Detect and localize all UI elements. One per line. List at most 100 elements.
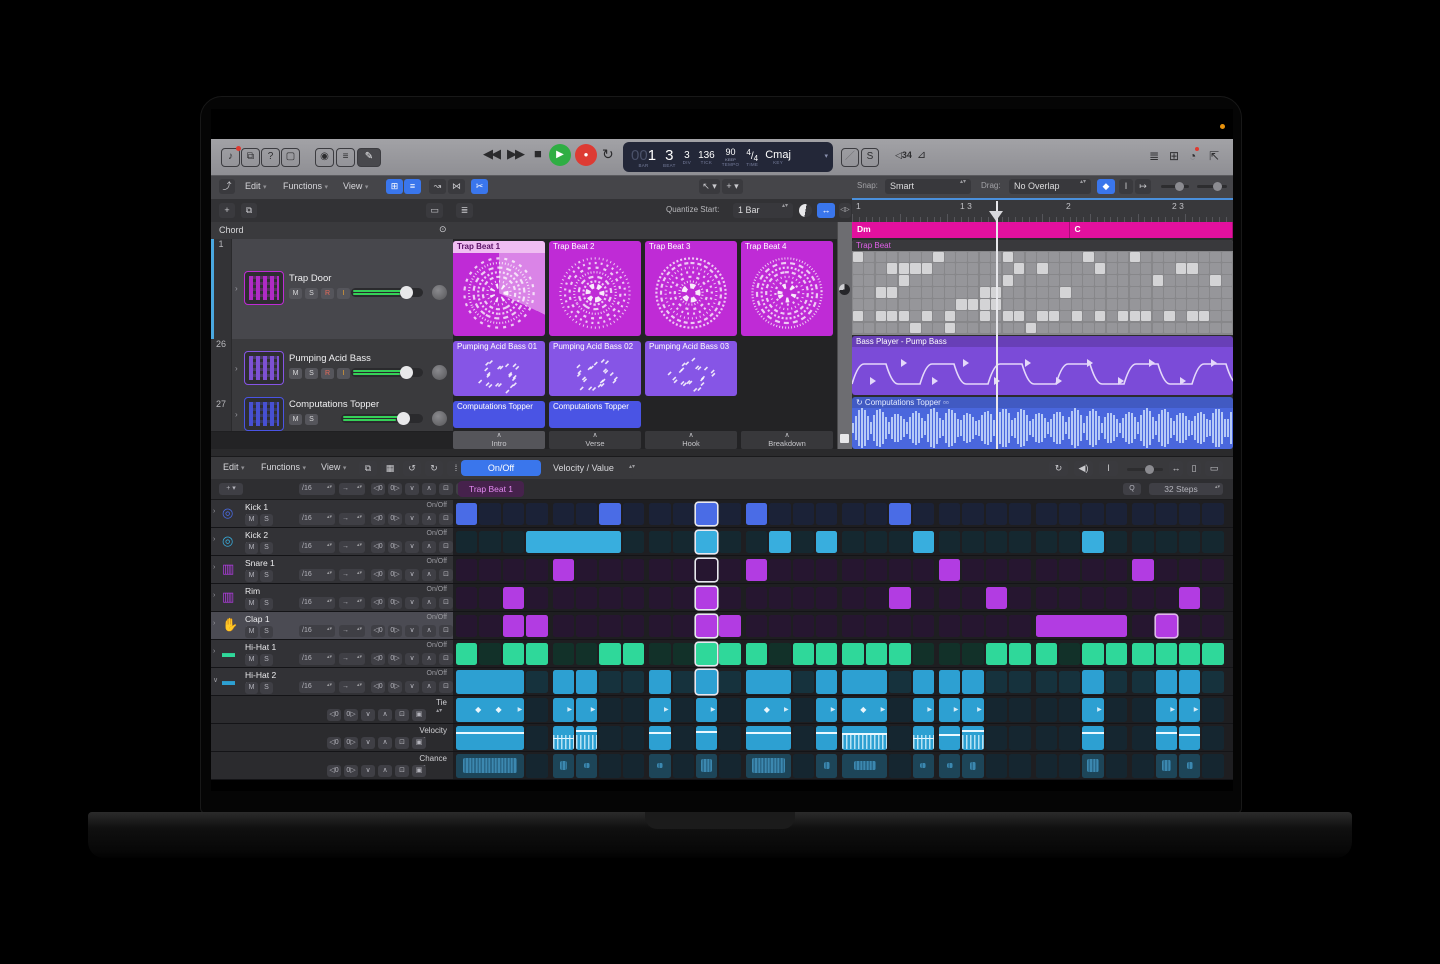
- step-cell-off[interactable]: [623, 503, 644, 525]
- substep-cell-off[interactable]: [986, 754, 1007, 778]
- step-cell-off[interactable]: [889, 531, 910, 553]
- drag-select[interactable]: No Overlap▴▾: [1009, 179, 1091, 194]
- step-cell-off[interactable]: [649, 559, 670, 581]
- live-loop-cell[interactable]: Pumping Acid Bass 03: [645, 341, 737, 396]
- step-cell-off[interactable]: [526, 503, 547, 525]
- step-cell-on[interactable]: [696, 670, 717, 694]
- step-cell-off[interactable]: [746, 587, 767, 609]
- step-cell-on[interactable]: [1082, 670, 1103, 694]
- step-cell-off[interactable]: [1202, 559, 1223, 581]
- cycle-button[interactable]: ↻: [602, 146, 614, 163]
- step-cell-off[interactable]: [1132, 531, 1153, 553]
- editors-pencil-icon[interactable]: ✎: [357, 148, 381, 167]
- step-cell-off[interactable]: [1202, 531, 1223, 553]
- step-cell-off[interactable]: [1082, 587, 1103, 609]
- step-cell-on[interactable]: [1132, 643, 1153, 665]
- substep-cell-off[interactable]: [526, 726, 547, 750]
- chord-region[interactable]: Dm: [852, 222, 1070, 238]
- topper-region[interactable]: ↻ Computations Topper ▫▫: [852, 397, 1233, 449]
- lcd-tempo[interactable]: 90KEEPTEMPO: [722, 149, 740, 168]
- step-cell-off[interactable]: [719, 671, 740, 693]
- step-cell-off[interactable]: [816, 559, 837, 581]
- i-button[interactable]: I: [337, 288, 350, 299]
- substep-cell-off[interactable]: [599, 726, 620, 750]
- header-nudge-left-button[interactable]: ◁0: [371, 483, 385, 495]
- step-cell-off[interactable]: [456, 615, 477, 637]
- step-cell-off[interactable]: [939, 615, 960, 637]
- step-cell-on[interactable]: [1156, 670, 1177, 694]
- velocity-cell[interactable]: [842, 726, 887, 750]
- substep-cell-off[interactable]: [1202, 754, 1223, 778]
- step-cell-off[interactable]: [1036, 531, 1057, 553]
- step-cell-off[interactable]: [623, 559, 644, 581]
- tie-cell[interactable]: ▶: [962, 698, 983, 722]
- pattern-length-select[interactable]: 32 Steps▴▾: [1149, 483, 1223, 495]
- substep-cell-off[interactable]: [1132, 698, 1153, 722]
- step-cell-off[interactable]: [623, 587, 644, 609]
- vzoom-handle[interactable]: [1175, 182, 1184, 191]
- header-decrement-button[interactable]: ∨: [405, 483, 419, 495]
- substep-cell-off[interactable]: [673, 754, 694, 778]
- step-cell-on[interactable]: [746, 559, 767, 581]
- edit-mode-select[interactable]: Velocity / Value▴▾: [543, 460, 635, 476]
- lcd-bar[interactable]: 001BAR: [631, 147, 656, 168]
- step-cell-off[interactable]: [456, 531, 477, 553]
- step-cell-off[interactable]: [673, 671, 694, 693]
- seq-zoom-handle[interactable]: [1145, 465, 1154, 474]
- velocity-cell[interactable]: [939, 726, 960, 750]
- list-icon[interactable]: ≣: [1149, 149, 1159, 163]
- step-cell-off[interactable]: [1059, 559, 1080, 581]
- lcd-time-signature[interactable]: 4/4TIME: [746, 148, 758, 167]
- step-cell-off[interactable]: [673, 531, 694, 553]
- step-cell-off[interactable]: [913, 559, 934, 581]
- step-cell-off[interactable]: [649, 531, 670, 553]
- step-cell-off[interactable]: [1106, 559, 1127, 581]
- seq-fullview-icon[interactable]: ▭: [1205, 461, 1223, 476]
- step-cell-off[interactable]: [526, 671, 547, 693]
- fit-zoom-button[interactable]: ↦: [1135, 179, 1151, 194]
- step-cell-on[interactable]: [746, 670, 791, 694]
- step-cell-on[interactable]: [719, 643, 740, 665]
- step-cell-off[interactable]: [526, 587, 547, 609]
- step-cell-on[interactable]: [553, 559, 574, 581]
- step-cell-off[interactable]: [889, 671, 910, 693]
- seq-pageview-icon[interactable]: ▯: [1187, 461, 1201, 476]
- step-cell-off[interactable]: [889, 559, 910, 581]
- step-cell-off[interactable]: [673, 643, 694, 665]
- step-cell-off[interactable]: [1059, 643, 1080, 665]
- trap-beat-region[interactable]: Trap Beat: [852, 240, 1233, 335]
- header-rate-select[interactable]: /16▴▾: [299, 483, 335, 495]
- horizontal-zoom-slider[interactable]: [1197, 185, 1227, 188]
- scene-trigger[interactable]: ∧Intro: [453, 431, 545, 449]
- substep-cell-off[interactable]: [1132, 726, 1153, 750]
- playhead-line[interactable]: [996, 201, 998, 449]
- step-cell-off[interactable]: [1202, 587, 1223, 609]
- step-cell-on[interactable]: [599, 503, 620, 525]
- step-cell-off[interactable]: [719, 531, 740, 553]
- substep-cell-off[interactable]: [793, 754, 814, 778]
- crossfade-button[interactable]: ⋈: [448, 179, 465, 194]
- step-cell-off[interactable]: [939, 531, 960, 553]
- header-increment-button[interactable]: ∧: [422, 483, 436, 495]
- track-header[interactable]: 1›Trap DoorMSRI: [211, 239, 453, 340]
- step-cell-on[interactable]: [889, 587, 910, 609]
- substep-cell-off[interactable]: [1106, 754, 1127, 778]
- step-cell-on[interactable]: [1036, 615, 1128, 637]
- step-cell-off[interactable]: [576, 643, 597, 665]
- live-loop-cell[interactable]: Trap Beat 2: [549, 241, 641, 336]
- stop-button[interactable]: ■: [534, 146, 542, 161]
- step-cell-off[interactable]: [503, 503, 524, 525]
- step-cell-off[interactable]: [673, 559, 694, 581]
- chance-cell[interactable]: [1156, 754, 1177, 778]
- seq-menu-functions[interactable]: Functions ▾: [261, 462, 306, 472]
- step-cell-off[interactable]: [1036, 559, 1057, 581]
- step-cell-off[interactable]: [793, 615, 814, 637]
- step-cell-off[interactable]: [1036, 503, 1057, 525]
- step-cell-off[interactable]: [1179, 559, 1200, 581]
- step-cell-on[interactable]: [816, 643, 837, 665]
- step-cell-off[interactable]: [866, 615, 887, 637]
- step-cell-on[interactable]: [456, 670, 524, 694]
- chord-track-badge-icon[interactable]: ⊙: [439, 224, 447, 235]
- lcd-key[interactable]: CmajKEY: [765, 149, 791, 165]
- step-cell-off[interactable]: [913, 587, 934, 609]
